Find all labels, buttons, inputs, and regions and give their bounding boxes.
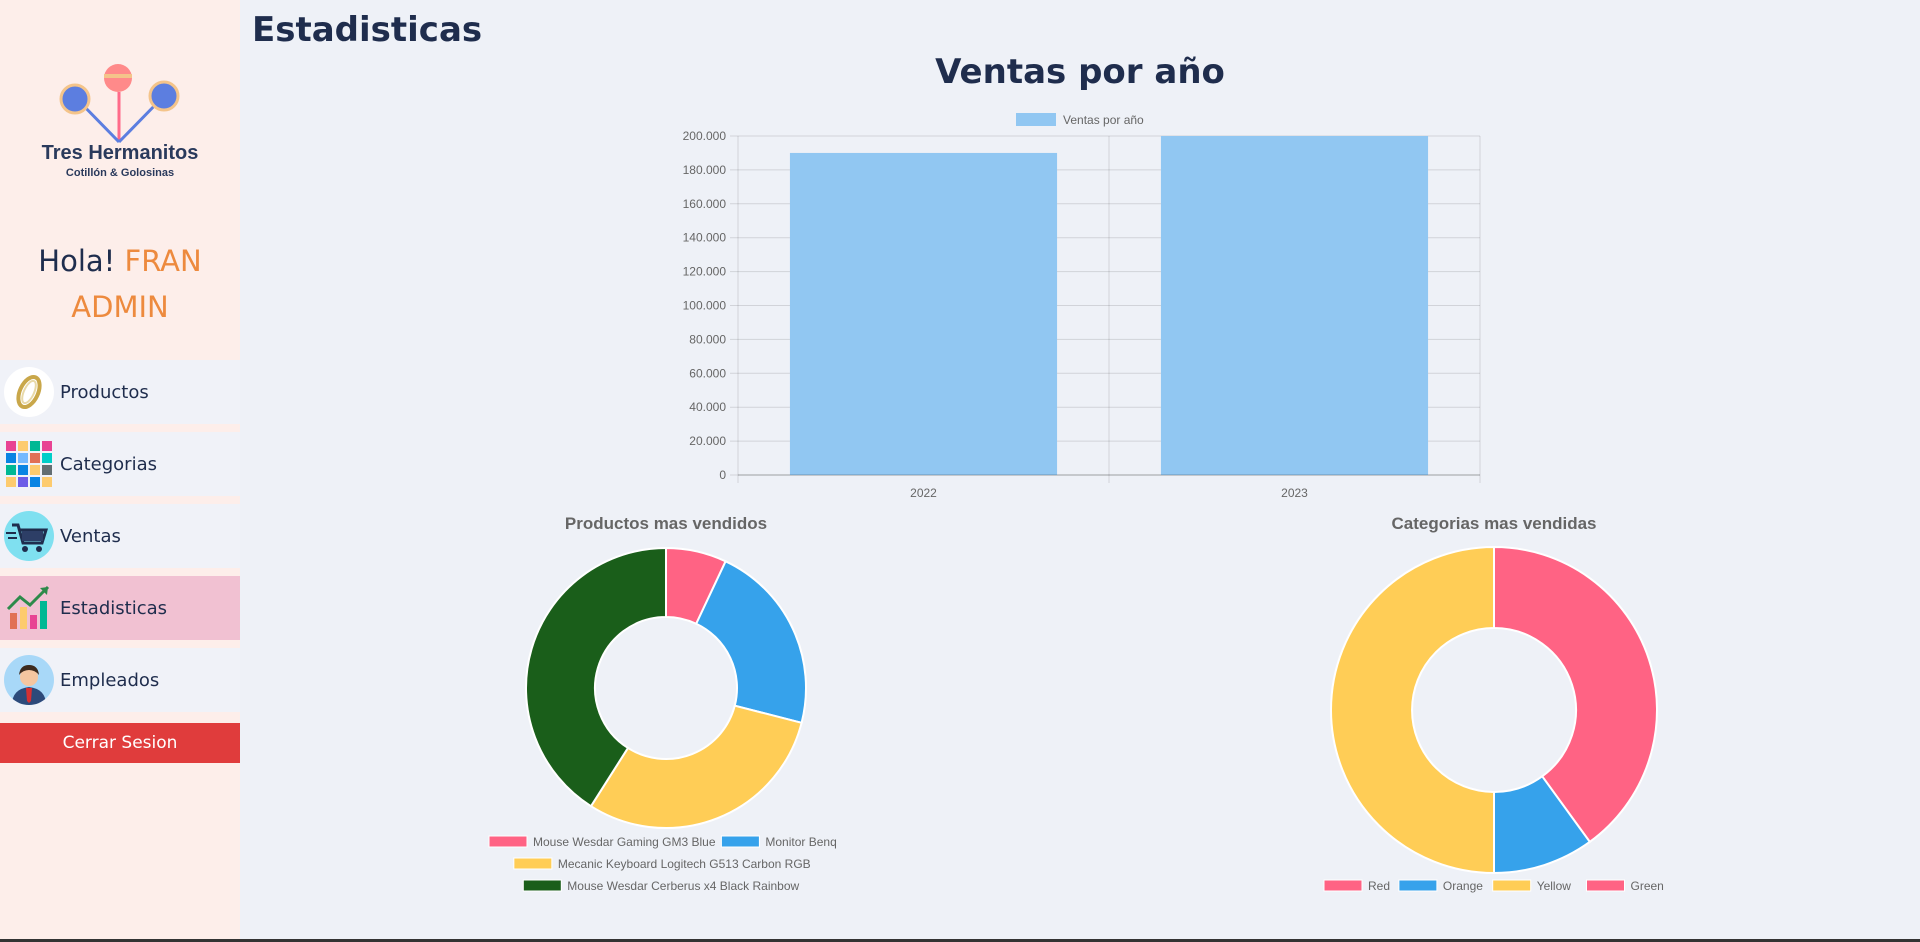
categories-legend-swatch bbox=[1586, 879, 1625, 892]
products-chart-title: Productos mas vendidos bbox=[565, 514, 767, 533]
x-tick-label: 2023 bbox=[1281, 486, 1308, 500]
products-legend-label: Mecanic Keyboard Logitech G513 Carbon RG… bbox=[558, 857, 811, 871]
categories-legend-label: Red bbox=[1368, 879, 1390, 893]
categories-legend-label: Orange bbox=[1443, 879, 1483, 893]
y-tick-label: 160.000 bbox=[683, 197, 727, 211]
products-slice-2 bbox=[589, 704, 803, 829]
products-legend-swatch bbox=[720, 835, 760, 848]
categories-chart-title: Categorias mas vendidas bbox=[1391, 514, 1596, 533]
bar-2023 bbox=[1160, 136, 1429, 475]
y-tick-label: 180.000 bbox=[683, 163, 727, 177]
y-tick-label: 100.000 bbox=[683, 299, 727, 313]
y-tick-label: 0 bbox=[719, 468, 726, 482]
products-legend-swatch bbox=[513, 857, 553, 870]
y-tick-label: 200.000 bbox=[683, 129, 727, 143]
categories-slice-2 bbox=[1330, 545, 1495, 875]
products-legend-label: Mouse Wesdar Cerberus x4 Black Rainbow bbox=[567, 879, 799, 893]
y-tick-label: 120.000 bbox=[683, 265, 727, 279]
y-tick-label: 40.000 bbox=[689, 400, 726, 414]
categories-legend-swatch bbox=[1323, 879, 1363, 892]
y-tick-label: 20.000 bbox=[689, 434, 726, 448]
bar-legend-label: Ventas por año bbox=[1063, 113, 1144, 127]
categories-legend-swatch bbox=[1492, 879, 1532, 892]
categories-legend-swatch bbox=[1398, 879, 1438, 892]
y-tick-label: 140.000 bbox=[683, 231, 727, 245]
y-tick-label: 60.000 bbox=[689, 366, 726, 380]
products-legend-swatch bbox=[488, 835, 528, 848]
x-tick-label: 2022 bbox=[910, 486, 937, 500]
categories-legend-label: Yellow bbox=[1537, 879, 1572, 893]
products-legend-label: Mouse Wesdar Gaming GM3 Blue bbox=[533, 835, 716, 849]
bar-2022 bbox=[789, 152, 1058, 475]
y-tick-label: 80.000 bbox=[689, 332, 726, 346]
products-legend-swatch bbox=[522, 879, 562, 892]
bar-legend-swatch bbox=[1016, 113, 1056, 126]
categories-legend-label: Green bbox=[1631, 879, 1664, 893]
products-legend-label: Monitor Benq bbox=[765, 835, 836, 849]
charts-canvas: Ventas por año 0 20.000 40.000 60.000 80.000 1… bbox=[488, 113, 1664, 893]
